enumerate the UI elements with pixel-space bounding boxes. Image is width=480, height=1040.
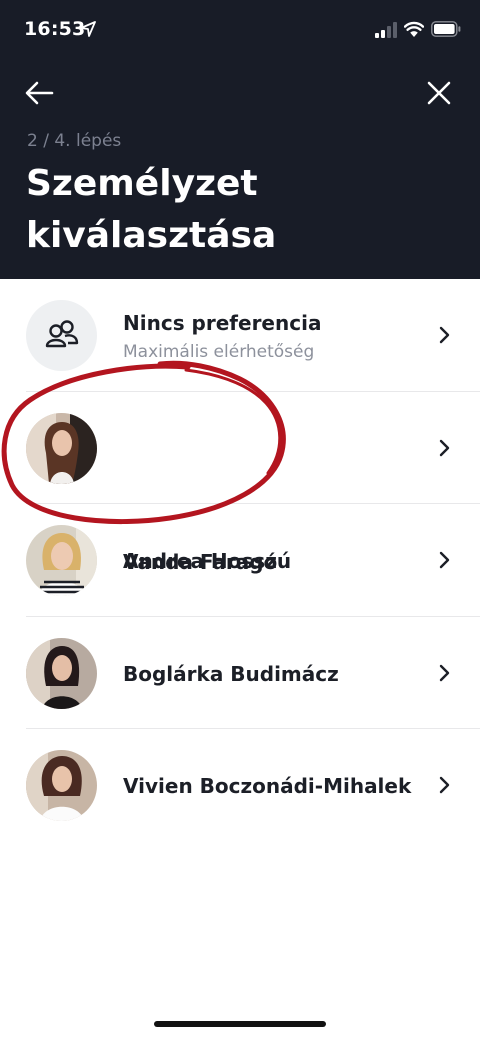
avatar-photo: [26, 525, 97, 596]
wifi-icon: [404, 21, 424, 37]
avatar: [26, 525, 97, 596]
users-icon: [45, 320, 79, 348]
cellular-signal-icon: [375, 22, 397, 38]
avatar-photo: [26, 750, 97, 821]
chevron-right-icon: [439, 439, 450, 456]
avatar: [26, 750, 97, 821]
staff-name: Boglárka Budimácz: [123, 661, 339, 686]
list-item-vivien[interactable]: Vivien Boczonádi-Mihalek: [0, 729, 480, 842]
staff-list: Nincs preferencia Maximális elérhetőség …: [0, 279, 480, 842]
chevron-right-icon: [439, 776, 450, 794]
status-bar: 16:53: [0, 0, 480, 60]
step-indicator: 2 / 4. lépés: [27, 131, 122, 151]
staff-subtitle: Maximális elérhetőség: [123, 342, 315, 362]
chevron-right-icon: [439, 326, 450, 344]
avatar: [26, 637, 97, 709]
avatar-photo: [26, 637, 97, 709]
avatar: [26, 412, 97, 484]
back-button[interactable]: [22, 76, 58, 110]
chevron-right-icon: [439, 551, 450, 569]
status-time: 16:53: [24, 18, 86, 40]
home-indicator: [154, 1021, 326, 1027]
header: 16:53 2 / 4. lépés Személyzet kiválasztá…: [0, 0, 480, 279]
list-item-vanda[interactable]: Vanda Faragó: [0, 392, 480, 574]
staff-name: Andrea Hosszú: [123, 549, 292, 573]
avatar-photo: [26, 412, 97, 484]
no-preference-avatar: [26, 300, 97, 371]
staff-name: Vivien Boczonádi-Mihalek: [123, 774, 412, 798]
staff-name: Nincs preferencia: [123, 311, 322, 335]
chevron-right-icon: [439, 664, 450, 681]
close-button[interactable]: [422, 76, 456, 110]
location-arrow-icon: [80, 21, 96, 37]
battery-icon: [431, 21, 461, 37]
list-item-boglarka[interactable]: Boglárka Budimácz: [0, 617, 480, 729]
list-item-andrea[interactable]: Andrea Hosszú: [0, 504, 480, 617]
page-title: Személyzet kiválasztása: [26, 163, 277, 256]
list-item-no-preference[interactable]: Nincs preferencia Maximális elérhetőség: [0, 279, 480, 392]
